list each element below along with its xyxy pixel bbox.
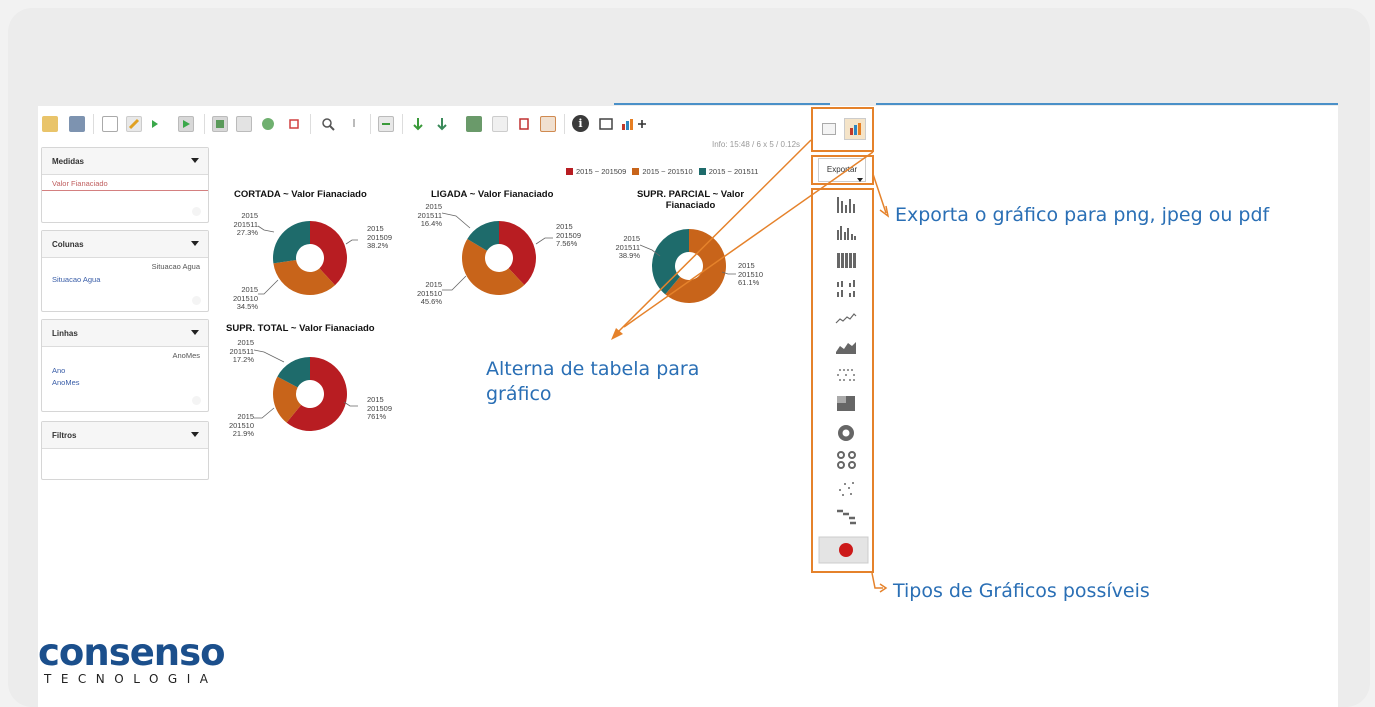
dot-chart-icon[interactable] (837, 369, 855, 381)
annotation-export: Exporta o gráfico para png, jpeg ou pdf (895, 204, 1270, 226)
multi-pie-icon[interactable] (837, 451, 856, 469)
chart-type-icons (818, 197, 869, 564)
logo: consenso TECNOLOGIA (38, 631, 226, 687)
scatter-icon[interactable] (839, 482, 854, 496)
treemap-icon[interactable] (818, 536, 869, 564)
annotation-chart-types: Tipos de Gráficos possíveis (893, 580, 1150, 602)
logo-wordmark: consenso (38, 631, 226, 674)
annotation-toggle: Alterna de tabela para gráfico (486, 358, 700, 405)
heatmap-icon[interactable] (837, 396, 855, 411)
bar-chart-icon[interactable] (837, 197, 855, 213)
multi-bar-icon[interactable] (837, 280, 855, 297)
stacked-bar-icon[interactable] (837, 253, 856, 268)
pie-chart-icon[interactable] (838, 425, 854, 441)
area-chart-icon[interactable] (836, 342, 856, 354)
waterfall-icon[interactable] (837, 509, 856, 525)
logo-subtitle: TECNOLOGIA (44, 672, 218, 686)
grouped-bar-icon[interactable] (837, 226, 856, 240)
line-chart-icon[interactable] (835, 313, 857, 324)
